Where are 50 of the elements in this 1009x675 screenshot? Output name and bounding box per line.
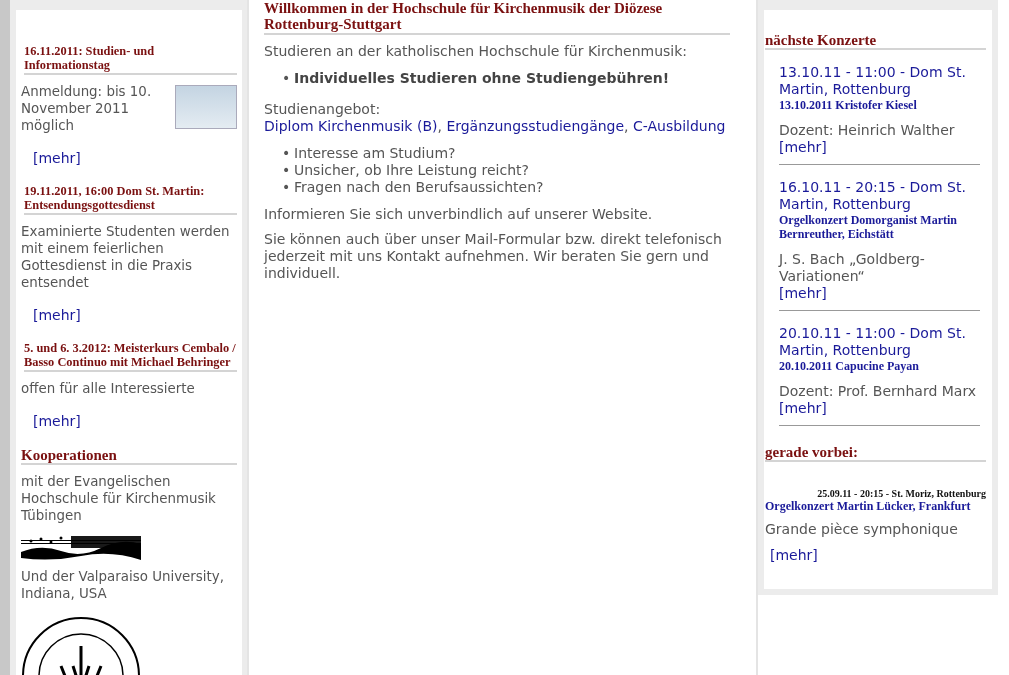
concert-text: Dozent: Prof. Bernhard Marx — [779, 383, 978, 400]
concert-text: J. S. Bach „Goldberg-Variationen“ — [779, 251, 926, 285]
news-heading: 5. und 6. 3.2012: Meisterkurs Cembalo / Basso Continuo mit Michael Behringer — [24, 341, 237, 372]
news-text: offen für alle Interessierte — [21, 380, 196, 397]
news-text: Examinierte Studenten werden mit einem feierlichen Gottesdienst in die Praxis entsendet — [21, 223, 231, 291]
more-link[interactable]: [mehr] — [770, 547, 818, 563]
news-text: Anmeldung: bis 10. November 2011 möglich — [21, 83, 153, 134]
bullet: • — [282, 145, 288, 162]
concert-title[interactable]: Orgelkonzert Domorganist Martin Bernreuther, Eichstätt — [779, 213, 980, 241]
concert-title[interactable]: 13.10.2011 Kristofer Kiesel — [779, 98, 980, 112]
concert-text: Grande pièce symphonique — [765, 521, 959, 537]
more-link[interactable]: [mehr] — [33, 307, 81, 323]
offer-label: Studienangebot: — [264, 101, 382, 118]
study-link[interactable]: Ergänzungsstudiengänge — [446, 118, 625, 134]
bullet: • — [282, 70, 288, 87]
section-heading: nächste Konzerte — [765, 32, 986, 50]
concert-date: 25.09.11 - 20:15 - St. Moriz, Rottenburg — [816, 488, 986, 499]
study-link[interactable]: Diplom Kirchenmusik (B) — [264, 118, 438, 134]
section-heading: gerade vorbei: — [765, 444, 986, 462]
concert-date[interactable]: 20.10.11 - 11:00 - Dom St. Martin, Rottenburg — [779, 325, 980, 359]
more-link[interactable]: [mehr] — [779, 400, 827, 417]
bullet: • — [282, 179, 288, 196]
comma-separator: , — [437, 118, 442, 134]
question-item: Interesse am Studium? — [294, 145, 456, 162]
intro-text: Studieren an der katholischen Hochschule für Kirchenmusik: — [264, 43, 689, 60]
study-link[interactable]: C-Ausbildung — [633, 118, 726, 134]
bullet: • — [282, 162, 288, 179]
more-link[interactable]: [mehr] — [33, 150, 81, 166]
comma-separator: , — [624, 118, 629, 134]
sheet-music-logo[interactable] — [21, 534, 141, 560]
question-item: Fragen nach den Berufsaussichten? — [294, 179, 544, 196]
news-heading: 19.11.2011, 16:00 Dom St. Martin: Entsendungsgottesdienst — [24, 184, 237, 215]
cooperation-text: Und der Valparaiso University, Indiana, USA — [21, 568, 225, 602]
concert-title[interactable]: 20.10.2011 Capucine Payan — [779, 359, 980, 373]
more-link[interactable]: [mehr] — [33, 413, 81, 429]
more-link[interactable]: [mehr] — [779, 139, 827, 156]
concert-date[interactable]: 16.10.11 - 20:15 - Dom St. Martin, Rottenburg — [779, 179, 980, 213]
concert-title[interactable]: Orgelkonzert Martin Lücker, Frankfurt — [765, 499, 986, 513]
cooperation-text: mit der Evangelischen Hochschule für Kirchenmusik Tübingen — [21, 473, 217, 524]
question-item: Unsicher, ob Ihre Leistung reicht? — [294, 162, 529, 179]
news-heading: 16.11.2011: Studien- und Informationstag — [24, 44, 237, 75]
more-link[interactable]: [mehr] — [779, 285, 827, 302]
paragraph: Informieren Sie sich unverbindlich auf unserer Website. — [264, 206, 654, 223]
concert-text: Dozent: Heinrich Walther — [779, 122, 956, 139]
paragraph: Sie können auch über unser Mail-Formular bzw. direkt telefonisch jederzeit mit uns Kontakt aufnehmen. Wir beraten Sie gern und individuell. — [264, 231, 723, 282]
concert-date[interactable]: 13.10.11 - 11:00 - Dom St. Martin, Rottenburg — [779, 64, 980, 98]
flyer-thumbnail[interactable] — [175, 85, 237, 129]
highlight-text: Individuelles Studieren ohne Studiengebühren! — [294, 70, 670, 87]
page-title: Willkommen in der Hochschule für Kirchenmusik der Diözese Rottenburg-Stuttgart — [264, 0, 730, 35]
section-heading: Kooperationen — [21, 447, 237, 465]
